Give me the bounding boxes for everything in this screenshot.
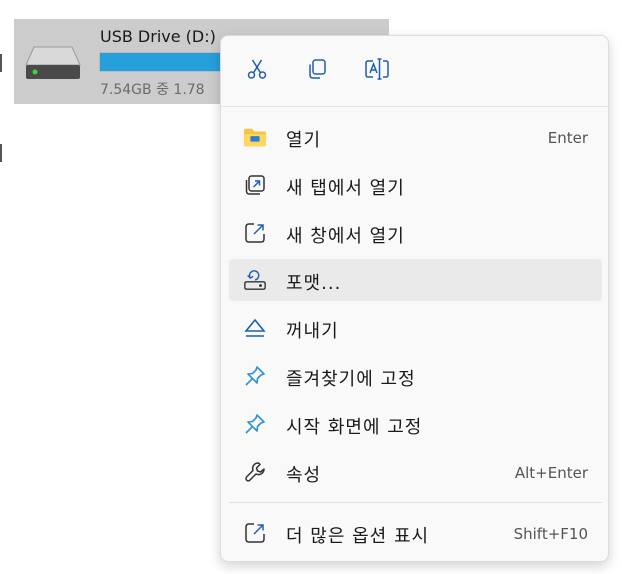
menu-item-properties[interactable]: 속성 Alt+Enter (229, 451, 602, 493)
more-options-icon (243, 521, 267, 545)
menu-separator (229, 502, 602, 503)
menu-item-label: 시작 화면에 고정 (286, 417, 423, 438)
copy-button[interactable] (301, 55, 333, 87)
menu-item-show-more-options[interactable]: 더 많은 옵션 표시 Shift+F10 (229, 512, 602, 554)
context-menu: 열기 Enter 새 탭에서 열기 새 창에서 열기 포맷... 꺼내기 즐겨찾… (220, 35, 609, 562)
pin-icon (243, 364, 267, 388)
menu-item-pin-start[interactable]: 시작 화면에 고정 (229, 403, 602, 445)
menu-item-open[interactable]: 열기 Enter (229, 116, 602, 158)
drive-name: USB Drive (D:) (100, 27, 216, 46)
menu-item-shortcut: Enter (547, 129, 588, 147)
copy-icon (305, 57, 329, 85)
menu-item-label: 포맷... (286, 273, 342, 294)
folder-icon (243, 125, 267, 149)
usb-drive-icon (24, 41, 82, 81)
new-tab-icon (243, 173, 267, 197)
menu-item-label: 속성 (286, 465, 322, 486)
menu-item-label: 꺼내기 (286, 321, 339, 342)
menu-item-pin-favorites[interactable]: 즐겨찾기에 고정 (229, 355, 602, 397)
new-window-icon (243, 221, 267, 245)
menu-item-shortcut: Shift+F10 (513, 525, 588, 543)
wrench-icon (243, 460, 267, 484)
window-edge-mark (0, 54, 2, 72)
menu-item-open-new-tab[interactable]: 새 탭에서 열기 (229, 164, 602, 206)
window-edge-mark (0, 144, 2, 162)
eject-icon (243, 316, 267, 340)
quick-action-bar (221, 36, 608, 107)
cut-icon (245, 57, 269, 85)
menu-item-shortcut: Alt+Enter (514, 464, 588, 482)
menu-item-label: 더 많은 옵션 표시 (286, 526, 430, 547)
format-drive-icon (243, 268, 267, 292)
drive-space-text: 7.54GB 중 1.78 (100, 82, 205, 98)
menu-item-label: 새 탭에서 열기 (286, 178, 405, 199)
rename-icon (364, 57, 390, 85)
menu-item-format[interactable]: 포맷... (229, 259, 602, 301)
cut-button[interactable] (241, 55, 273, 87)
menu-item-label: 새 창에서 열기 (286, 226, 405, 247)
menu-item-eject[interactable]: 꺼내기 (229, 307, 602, 349)
menu-item-label: 즐겨찾기에 고정 (286, 369, 416, 390)
rename-button[interactable] (361, 55, 393, 87)
pin-icon (243, 412, 267, 436)
menu-item-label: 열기 (286, 130, 322, 151)
menu-item-open-new-window[interactable]: 새 창에서 열기 (229, 212, 602, 254)
